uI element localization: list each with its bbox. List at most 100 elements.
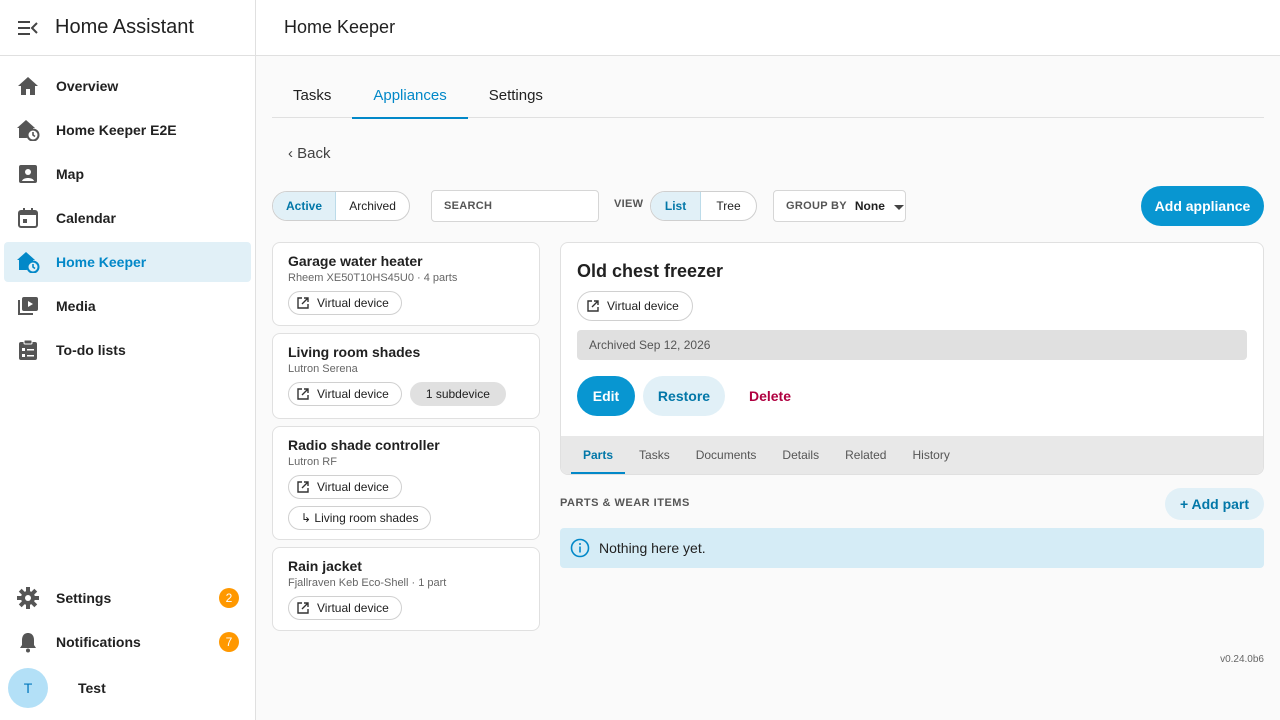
sidebar-item-label: Home Keeper xyxy=(56,254,147,270)
empty-state-text: Nothing here yet. xyxy=(599,540,706,556)
virtual-device-chip[interactable]: Virtual device xyxy=(288,291,402,315)
sidebar-item-media[interactable]: Media xyxy=(4,286,251,326)
chip-label: Virtual device xyxy=(317,480,389,494)
chip-label: Virtual device xyxy=(317,601,389,615)
map-icon xyxy=(16,162,40,186)
sidebar-item-label: Settings xyxy=(56,590,112,606)
gear-icon xyxy=(16,586,40,610)
page-header: Home Keeper xyxy=(256,0,1280,56)
sidebar-item-label: Overview xyxy=(56,78,119,94)
sidebar-header: Home Assistant xyxy=(0,0,255,56)
view-label: VIEW xyxy=(614,198,644,210)
appliance-name: Garage water heater xyxy=(288,253,423,269)
chip-label: Virtual device xyxy=(607,299,679,313)
main-content: Tasks Appliances Settings ‹ Back Active … xyxy=(256,57,1280,720)
appliance-card[interactable]: Garage water heater Rheem XE50T10HS45U0 … xyxy=(272,242,540,326)
appliance-card[interactable]: Radio shade controller Lutron RF Virtual… xyxy=(272,426,540,540)
detail-tab-history[interactable]: History xyxy=(900,436,961,474)
virtual-device-chip[interactable]: Virtual device xyxy=(288,475,402,499)
appliance-name: Radio shade controller xyxy=(288,437,440,453)
appliance-subtitle: Fjallraven Keb Eco-Shell · 1 part xyxy=(288,577,447,589)
detail-tab-related[interactable]: Related xyxy=(833,436,898,474)
parent-device-chip[interactable]: ↳ Living room shades xyxy=(288,506,432,530)
virtual-device-chip[interactable]: Virtual device xyxy=(288,382,402,406)
sidebar-item-map[interactable]: Map xyxy=(4,154,251,194)
settings-badge: 2 xyxy=(219,588,239,608)
search-input[interactable]: SEARCH xyxy=(431,190,599,222)
sidebar-item-label: Media xyxy=(56,298,96,314)
virtual-device-chip[interactable]: Virtual device xyxy=(288,596,402,620)
open-in-new-icon xyxy=(297,388,309,400)
restore-button[interactable]: Restore xyxy=(643,376,725,416)
sidebar-item-label: Map xyxy=(56,166,84,182)
clipboard-list-icon xyxy=(16,338,40,362)
appliance-card[interactable]: Rain jacket Fjallraven Keb Eco-Shell · 1… xyxy=(272,547,540,631)
sidebar-item-todo-lists[interactable]: To-do lists xyxy=(4,330,251,370)
media-icon xyxy=(16,294,40,318)
home-icon xyxy=(16,74,40,98)
open-in-new-icon xyxy=(297,481,309,493)
subdevice-chip[interactable]: 1 subdevice xyxy=(409,382,506,406)
caret-down-icon xyxy=(893,205,904,210)
group-by-value: None xyxy=(854,199,885,213)
menu-collapse-icon[interactable] xyxy=(16,16,40,40)
tab-appliances[interactable]: Appliances xyxy=(352,73,469,119)
add-appliance-button[interactable]: Add appliance xyxy=(1141,186,1264,226)
sidebar-item-label: To-do lists xyxy=(56,342,126,358)
sidebar-item-settings[interactable]: Settings 2 xyxy=(4,578,251,618)
sidebar-item-label: Home Keeper E2E xyxy=(56,122,177,138)
group-by-select[interactable]: GROUP BY None xyxy=(773,190,906,222)
parts-section-header: PARTS & WEAR ITEMS xyxy=(560,497,690,509)
view-toggle: List Tree xyxy=(650,191,757,221)
appliance-detail-panel: Old chest freezer Virtual device Archive… xyxy=(560,242,1264,475)
avatar: T xyxy=(8,668,48,708)
appliance-detail-title: Old chest freezer xyxy=(577,261,724,281)
open-in-new-icon xyxy=(297,602,309,614)
back-link[interactable]: ‹ Back xyxy=(288,145,331,162)
filter-active-button[interactable]: Active xyxy=(273,192,337,220)
page-title: Home Keeper xyxy=(284,17,396,37)
chip-label: Virtual device xyxy=(317,387,389,401)
group-by-label: GROUP BY xyxy=(786,200,847,212)
sidebar-item-home-keeper-e2e[interactable]: Home Keeper E2E xyxy=(4,110,251,150)
user-profile[interactable]: T Test xyxy=(0,666,255,710)
sidebar-item-calendar[interactable]: Calendar xyxy=(4,198,251,238)
add-part-button[interactable]: + Add part xyxy=(1165,488,1264,520)
delete-button[interactable]: Delete xyxy=(737,376,803,416)
version-label: v0.24.0b6 xyxy=(1220,654,1264,665)
appliance-name: Living room shades xyxy=(288,344,421,360)
home-clock-icon xyxy=(16,250,40,274)
detail-tab-bar: Parts Tasks Documents Details Related Hi… xyxy=(561,436,1263,474)
notifications-badge: 7 xyxy=(219,632,239,652)
user-name: Test xyxy=(78,680,106,696)
detail-tab-tasks[interactable]: Tasks xyxy=(627,436,682,474)
chip-label: Virtual device xyxy=(317,296,389,310)
detail-tab-documents[interactable]: Documents xyxy=(684,436,769,474)
appliance-subtitle: Rheem XE50T10HS45U0 · 4 parts xyxy=(288,272,458,284)
detail-tab-parts[interactable]: Parts xyxy=(571,436,626,474)
virtual-device-chip[interactable]: Virtual device xyxy=(577,291,693,321)
appliance-subtitle: Lutron RF xyxy=(288,456,337,468)
appliance-card[interactable]: Living room shades Lutron Serena Virtual… xyxy=(272,333,540,419)
app-title: Home Assistant xyxy=(55,16,194,38)
bell-icon xyxy=(16,630,40,654)
sidebar-item-notifications[interactable]: Notifications 7 xyxy=(4,622,251,662)
filter-archived-button[interactable]: Archived xyxy=(336,192,409,220)
tab-settings[interactable]: Settings xyxy=(468,73,564,118)
view-tree-button[interactable]: Tree xyxy=(701,192,756,220)
tab-tasks[interactable]: Tasks xyxy=(272,73,352,118)
calendar-icon xyxy=(16,206,40,230)
status-filter-toggle: Active Archived xyxy=(272,191,410,221)
open-in-new-icon xyxy=(587,300,599,312)
info-icon xyxy=(570,538,590,558)
view-list-button[interactable]: List xyxy=(651,192,702,220)
sidebar-item-label: Calendar xyxy=(56,210,116,226)
edit-button[interactable]: Edit xyxy=(577,376,635,416)
empty-state-alert: Nothing here yet. xyxy=(560,528,1264,568)
appliance-name: Rain jacket xyxy=(288,558,362,574)
sidebar-item-overview[interactable]: Overview xyxy=(4,66,251,106)
sidebar-item-home-keeper[interactable]: Home Keeper xyxy=(4,242,251,282)
detail-tab-details[interactable]: Details xyxy=(770,436,831,474)
open-in-new-icon xyxy=(297,297,309,309)
sidebar: Home Assistant Overview Home Keeper E2E … xyxy=(0,0,256,720)
